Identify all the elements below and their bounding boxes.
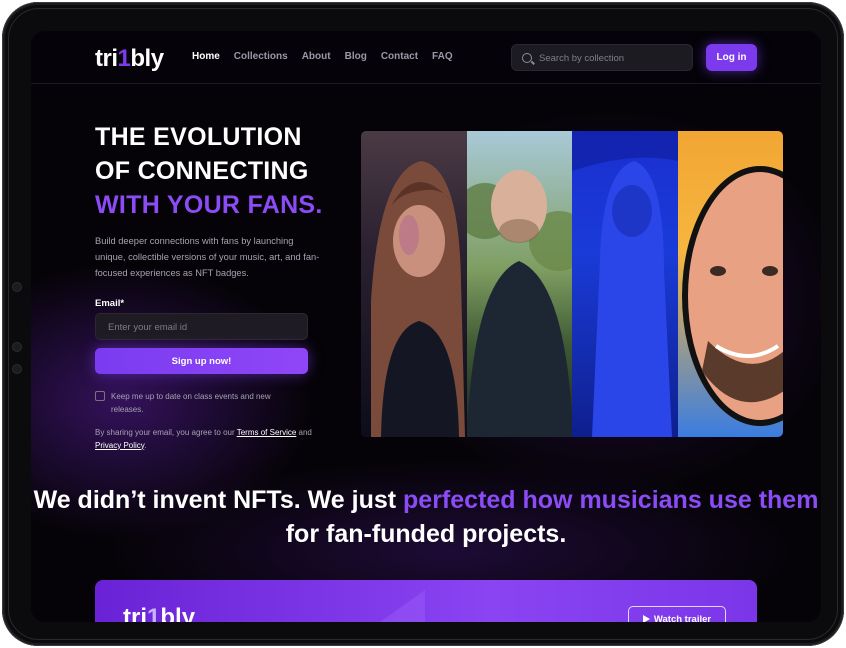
logo-accent: 1: [117, 45, 131, 72]
hooded-figure-image: [572, 131, 678, 437]
artist-photo-collage: [361, 131, 783, 437]
artist-photo: [466, 131, 572, 437]
nav-link-collections[interactable]: Collections: [234, 51, 288, 62]
logo-text: bly: [160, 604, 196, 622]
hero-title-highlight: WITH YOUR FANS.: [95, 191, 323, 219]
logo-text: tri: [123, 604, 147, 622]
nav-link-blog[interactable]: Blog: [345, 51, 367, 62]
man-portrait-image: [466, 170, 572, 437]
browser-screen: tri1bly Home Collections About Blog Cont…: [31, 31, 821, 622]
top-navbar: tri1bly Home Collections About Blog Cont…: [31, 31, 821, 84]
login-button[interactable]: Log in: [706, 44, 757, 71]
terms-link[interactable]: Terms of Service: [237, 428, 297, 437]
email-field[interactable]: [106, 319, 301, 335]
legal-suffix: .: [144, 440, 147, 450]
tablet-frame: tri1bly Home Collections About Blog Cont…: [2, 2, 844, 646]
side-sensor-icon: [12, 282, 22, 292]
hero-title-line: OF CONNECTING: [95, 157, 309, 185]
nav-link-home[interactable]: Home: [192, 51, 220, 62]
nav-link-contact[interactable]: Contact: [381, 51, 418, 62]
search-box[interactable]: [511, 44, 693, 71]
banner-logo: tri1bly: [123, 604, 195, 622]
email-field-wrapper[interactable]: [95, 313, 308, 340]
headline-highlight: perfected how musicians use them: [403, 486, 819, 514]
watch-trailer-button[interactable]: Watch trailer: [628, 606, 726, 622]
headline-text: for fan-funded projects.: [285, 520, 567, 548]
smiling-man-image: [681, 166, 783, 426]
privacy-link[interactable]: Privacy Policy: [95, 441, 144, 450]
updates-checkbox[interactable]: [95, 391, 105, 401]
side-sensor-icon: [12, 342, 22, 352]
logo-accent: 1: [147, 604, 161, 622]
artist-photo: [677, 131, 783, 437]
logo-text: bly: [130, 45, 164, 72]
play-icon: [642, 615, 650, 622]
tribly-logo[interactable]: tri1bly: [95, 45, 164, 73]
updates-checkbox-label: Keep me up to date on class events and n…: [111, 392, 271, 414]
headline-text: We didn’t invent NFTs. We just: [33, 486, 404, 514]
email-label: Email*: [95, 298, 125, 309]
artist-photo: [572, 131, 678, 437]
artist-photo: [361, 131, 467, 437]
legal-prefix: By sharing your email, you agree to our: [95, 428, 237, 437]
nav-link-faq[interactable]: FAQ: [432, 51, 453, 62]
search-icon: [522, 53, 532, 63]
woman-portrait-image: [371, 161, 465, 437]
trailer-banner: tri1bly Watch trailer: [95, 580, 757, 622]
side-sensor-icon: [12, 364, 22, 374]
search-input[interactable]: [537, 49, 687, 67]
hero-title: THE EVOLUTION OF CONNECTING WITH YOUR FA…: [95, 120, 323, 222]
legal-and: and: [296, 428, 312, 437]
hero-description: Build deeper connections with fans by la…: [95, 236, 320, 278]
section-headline: We didn’t invent NFTs. We just perfected…: [31, 483, 821, 551]
hero-title-line: THE EVOLUTION: [95, 123, 302, 151]
watch-trailer-label: Watch trailer: [653, 613, 712, 623]
signup-button[interactable]: Sign up now!: [95, 348, 308, 374]
nav-link-about[interactable]: About: [302, 51, 331, 62]
legal-text: By sharing your email, you agree to our …: [95, 427, 315, 452]
logo-text: tri: [95, 45, 118, 72]
nav-links: Home Collections About Blog Contact FAQ: [192, 51, 467, 62]
